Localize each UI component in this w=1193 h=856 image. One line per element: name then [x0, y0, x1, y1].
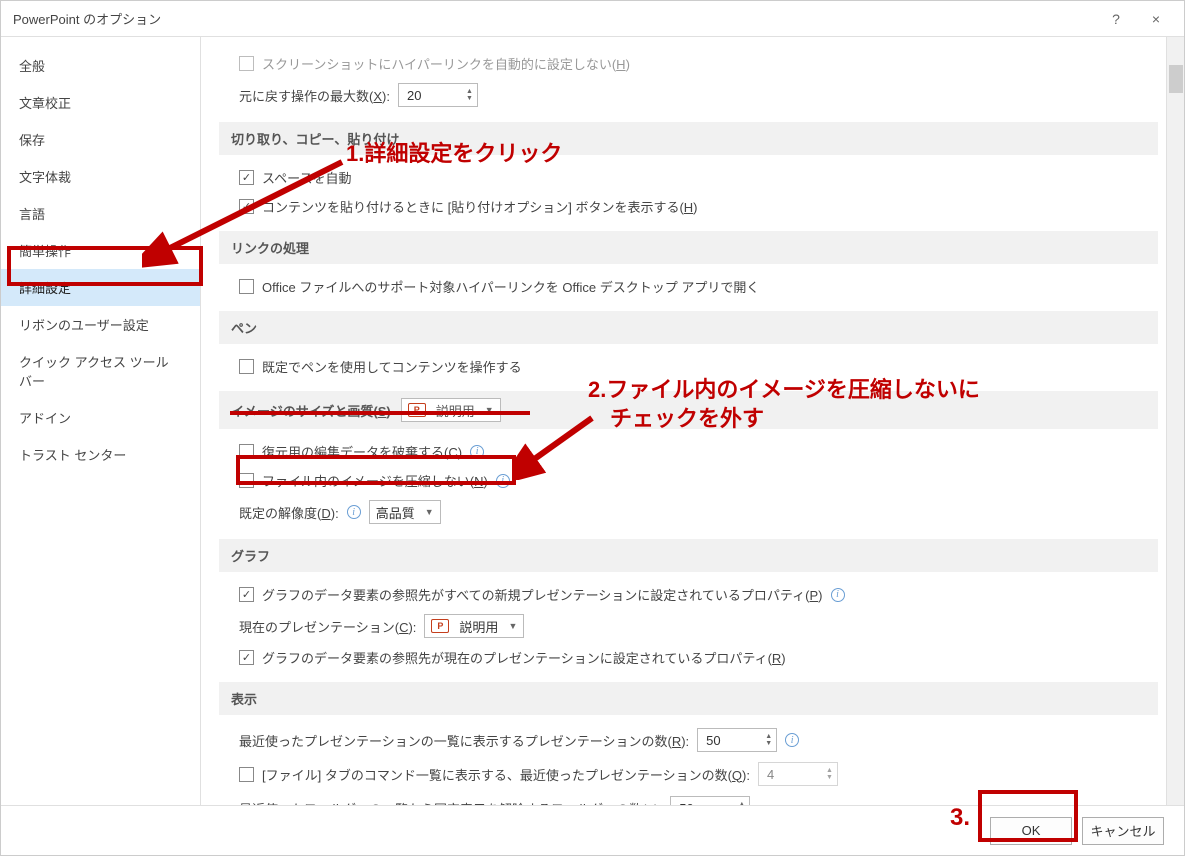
label-graph-prop: グラフのデータ要素の参照先がすべての新規プレゼンテーションに設定されているプロパ…: [262, 585, 823, 604]
help-button[interactable]: ?: [1096, 5, 1136, 33]
spinner-recent-folder[interactable]: 50 ▲▼: [670, 796, 750, 805]
section-cut-copy-paste: 切り取り、コピー、貼り付け: [219, 122, 1158, 155]
row-paste-options: コンテンツを貼り付けるときに [貼り付けオプション] ボタンを表示する(H): [219, 192, 1158, 221]
section-display: 表示: [219, 682, 1158, 715]
label-graph-current: グラフのデータ要素の参照先が現在のプレゼンテーションに設定されているプロパティ(…: [262, 648, 786, 667]
chevron-down-icon: ▼: [508, 621, 517, 631]
label-recent-pres: 最近使ったプレゼンテーションの一覧に表示するプレゼンテーションの数(R):: [239, 731, 689, 750]
info-icon[interactable]: i: [831, 588, 845, 602]
label-discard-edit: 復元用の編集データを破棄する(C): [262, 442, 462, 461]
vertical-scrollbar[interactable]: [1166, 37, 1184, 805]
scrollbar-thumb[interactable]: [1169, 65, 1183, 93]
row-current-pres: 現在のプレゼンテーション(C): P 説明用 ▼: [219, 609, 1158, 643]
row-pen-default: 既定でペンを使用してコンテンツを操作する: [219, 352, 1158, 381]
spinner-quick-access[interactable]: 4 ▲▼: [758, 762, 838, 786]
spinner-buttons-icon: ▲▼: [826, 767, 833, 781]
checkbox-quick-access[interactable]: [239, 767, 254, 782]
spinner-undo-max[interactable]: 20 ▲▼: [398, 83, 478, 107]
checkbox-auto-space[interactable]: [239, 170, 254, 185]
row-graph-prop: グラフのデータ要素の参照先がすべての新規プレゼンテーションに設定されているプロパ…: [219, 580, 1158, 609]
sidebar-item-proofing[interactable]: 文章校正: [1, 84, 200, 121]
content-wrap: スクリーンショットにハイパーリンクを自動的に設定しない(H) 元に戻す操作の最大…: [201, 37, 1184, 805]
label-auto-space: スペースを自動: [262, 168, 351, 187]
section-graph: グラフ: [219, 539, 1158, 572]
row-auto-space: スペースを自動: [219, 163, 1158, 192]
spinner-buttons-icon: ▲▼: [765, 733, 772, 747]
label-no-compress: ファイル内のイメージを圧縮しない(N): [262, 471, 488, 490]
dropdown-current-pres[interactable]: P 説明用 ▼: [424, 614, 524, 638]
dropdown-default-res[interactable]: 高品質 ▼: [369, 500, 441, 524]
dialog-title: PowerPoint のオプション: [13, 9, 1096, 28]
label-paste-options: コンテンツを貼り付けるときに [貼り付けオプション] ボタンを表示する(H): [262, 197, 698, 216]
section-image: イメージのサイズと画質(S) P 説明用 ▼: [219, 391, 1158, 429]
checkbox-paste-options[interactable]: [239, 199, 254, 214]
ok-button[interactable]: OK: [990, 817, 1072, 845]
info-icon[interactable]: i: [785, 733, 799, 747]
row-recent-pres: 最近使ったプレゼンテーションの一覧に表示するプレゼンテーションの数(R): 50…: [219, 723, 1158, 757]
chevron-down-icon: ▼: [485, 405, 494, 415]
powerpoint-icon: P: [431, 619, 449, 633]
checkbox-graph-current[interactable]: [239, 650, 254, 665]
row-recent-folder: 最近使ったフォルダーの一覧から固定表示を解除するフォルダーの数(F): 50 ▲…: [219, 791, 1158, 805]
row-quick-access: [ファイル] タブのコマンド一覧に表示する、最近使ったプレゼンテーションの数(Q…: [219, 757, 1158, 791]
row-discard-edit: 復元用の編集データを破棄する(C) i: [219, 437, 1158, 466]
options-dialog: PowerPoint のオプション ? × 全般 文章校正 保存 文字体裁 言語…: [0, 0, 1185, 856]
sidebar: 全般 文章校正 保存 文字体裁 言語 簡単操作 詳細設定 リボンのユーザー設定 …: [1, 37, 201, 805]
checkbox-no-compress[interactable]: [239, 473, 254, 488]
label-current-pres: 現在のプレゼンテーション(C):: [239, 617, 416, 636]
spinner-buttons-icon: ▲▼: [738, 801, 745, 805]
sidebar-item-ribbon[interactable]: リボンのユーザー設定: [1, 306, 200, 343]
chevron-down-icon: ▼: [425, 507, 434, 517]
label-default-res: 既定の解像度(D):: [239, 503, 339, 522]
sidebar-item-addins[interactable]: アドイン: [1, 399, 200, 436]
spinner-recent-pres[interactable]: 50 ▲▼: [697, 728, 777, 752]
label-office-link: Office ファイルへのサポート対象ハイパーリンクを Office デスクトッ…: [262, 277, 759, 296]
sidebar-item-advanced[interactable]: 詳細設定: [1, 269, 200, 306]
close-button[interactable]: ×: [1136, 5, 1176, 33]
label-undo-max: 元に戻す操作の最大数(X):: [239, 86, 390, 105]
info-icon[interactable]: i: [470, 445, 484, 459]
label-screenshot-link: スクリーンショットにハイパーリンクを自動的に設定しない(H): [262, 54, 630, 73]
row-undo-max: 元に戻す操作の最大数(X): 20 ▲▼: [219, 78, 1158, 112]
sidebar-item-general[interactable]: 全般: [1, 47, 200, 84]
main-area: 全般 文章校正 保存 文字体裁 言語 簡単操作 詳細設定 リボンのユーザー設定 …: [1, 37, 1184, 805]
row-no-compress: ファイル内のイメージを圧縮しない(N) i: [219, 466, 1158, 495]
checkbox-graph-prop[interactable]: [239, 587, 254, 602]
row-screenshot-link: スクリーンショットにハイパーリンクを自動的に設定しない(H): [219, 49, 1158, 78]
dropdown-image-target[interactable]: P 説明用 ▼: [401, 398, 501, 422]
section-pen: ペン: [219, 311, 1158, 344]
checkbox-screenshot-link[interactable]: [239, 56, 254, 71]
titlebar: PowerPoint のオプション ? ×: [1, 1, 1184, 37]
sidebar-item-typography[interactable]: 文字体裁: [1, 158, 200, 195]
row-office-link: Office ファイルへのサポート対象ハイパーリンクを Office デスクトッ…: [219, 272, 1158, 301]
section-image-label: イメージのサイズと画質(S): [231, 401, 391, 420]
spinner-buttons-icon: ▲▼: [466, 88, 473, 102]
info-icon[interactable]: i: [496, 474, 510, 488]
row-graph-current: グラフのデータ要素の参照先が現在のプレゼンテーションに設定されているプロパティ(…: [219, 643, 1158, 672]
checkbox-pen-default[interactable]: [239, 359, 254, 374]
content-pane: スクリーンショットにハイパーリンクを自動的に設定しない(H) 元に戻す操作の最大…: [201, 37, 1166, 805]
label-quick-access: [ファイル] タブのコマンド一覧に表示する、最近使ったプレゼンテーションの数(Q…: [262, 765, 750, 784]
sidebar-item-accessibility[interactable]: 簡単操作: [1, 232, 200, 269]
sidebar-item-save[interactable]: 保存: [1, 121, 200, 158]
checkbox-discard-edit[interactable]: [239, 444, 254, 459]
cancel-button[interactable]: キャンセル: [1082, 817, 1164, 845]
footer: OK キャンセル: [1, 805, 1184, 855]
info-icon[interactable]: i: [347, 505, 361, 519]
sidebar-item-language[interactable]: 言語: [1, 195, 200, 232]
powerpoint-icon: P: [408, 403, 426, 417]
close-icon: ×: [1152, 11, 1160, 27]
checkbox-office-link[interactable]: [239, 279, 254, 294]
sidebar-item-trust-center[interactable]: トラスト センター: [1, 436, 200, 473]
label-recent-folder: 最近使ったフォルダーの一覧から固定表示を解除するフォルダーの数(F):: [239, 799, 662, 806]
label-pen-default: 既定でペンを使用してコンテンツを操作する: [262, 357, 522, 376]
help-icon: ?: [1112, 11, 1120, 27]
sidebar-item-quick-access[interactable]: クイック アクセス ツール バー: [1, 343, 200, 399]
section-link: リンクの処理: [219, 231, 1158, 264]
row-default-res: 既定の解像度(D): i 高品質 ▼: [219, 495, 1158, 529]
